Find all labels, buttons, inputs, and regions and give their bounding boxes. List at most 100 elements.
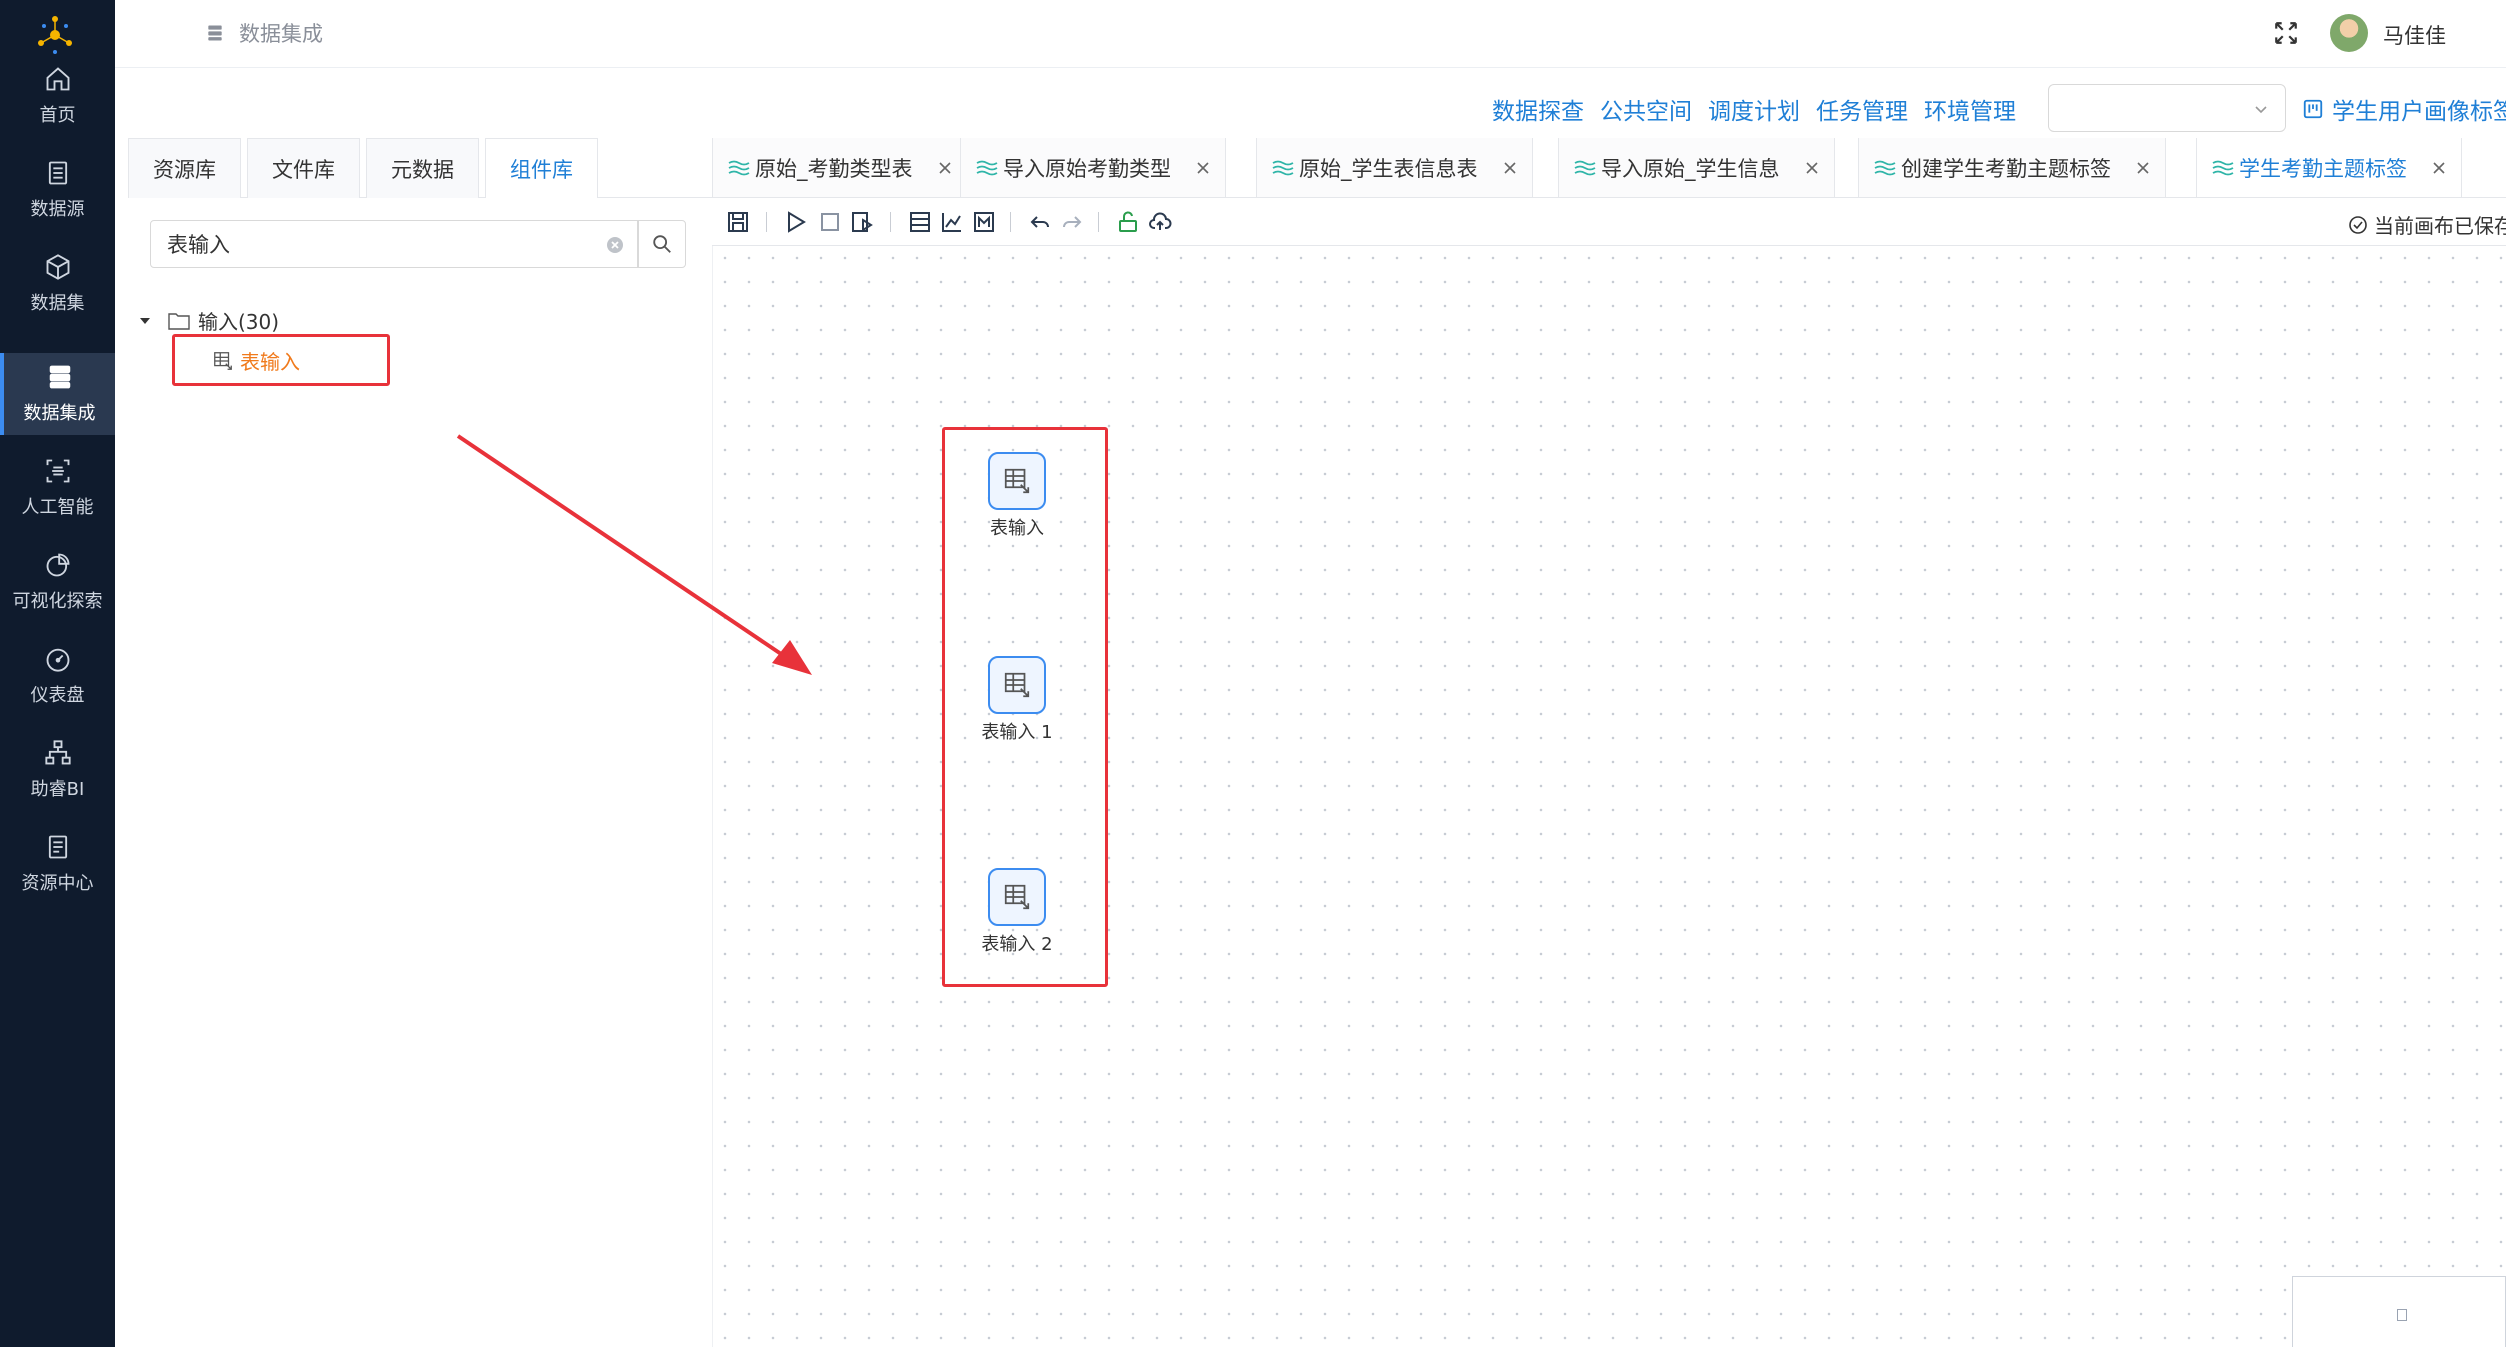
save-icon[interactable] [726,210,750,234]
tree-folder-label: 输入(30) [198,310,280,334]
highlight-box-component [172,334,390,386]
check-circle-icon [2349,215,2367,234]
top-header: 数据集成 马佳佳 [115,0,2506,68]
environment-select[interactable] [2048,84,2286,132]
canvas-toolbar: 当前画布已保存 [712,198,2506,246]
menu-link-task-management[interactable]: 任务管理 [1816,92,1908,126]
top-menu: 数据探查 公共空间 调度计划 任务管理 环境管理 [1492,92,2016,126]
canvas-tab[interactable]: 导入原始考勤类型 [960,138,1226,197]
canvas-tab[interactable]: 创建学生考勤主题标签 [1858,138,2166,197]
server-icon [208,25,222,41]
breadcrumb: 数据集成 [205,18,323,48]
save-status: 当前画布已保存 [2348,210,2506,239]
flow-icon [1874,160,1896,176]
minimap-node [2397,1309,2407,1321]
close-icon[interactable] [937,160,953,176]
sidebar-item-dashboard[interactable]: 仪表盘 [0,635,115,717]
clear-icon[interactable] [605,235,625,255]
menu-link-data-explore[interactable]: 数据探查 [1492,92,1584,126]
canvas-tab-active[interactable]: 学生考勤主题标签 [2196,138,2462,197]
cloud-upload-icon[interactable] [1148,210,1172,234]
datasource-icon [48,161,67,185]
sidebar-item-zhurui-bi[interactable]: 助睿BI [0,729,115,811]
sidebar-item-dataset[interactable]: 数据集 [0,243,115,325]
log-icon[interactable] [908,210,932,234]
tab-metadata[interactable]: 元数据 [366,138,479,198]
step-run-icon[interactable] [850,210,874,234]
home-icon [46,67,69,91]
sidebar-item-data-integration[interactable]: 数据集成 [0,353,115,435]
canvas-tab[interactable]: 原始_学生表信息表 [1256,138,1533,197]
tab-resource-library[interactable]: 资源库 [128,138,241,198]
org-chart-icon [44,740,71,765]
app-root: 首页 数据源 数据集 数据集成 人工智能 可视化探索 仪表盘 助睿BI 资源中心… [0,0,2506,1347]
server-icon [49,365,70,389]
flow-icon [976,160,998,176]
flow-icon [1574,160,1596,176]
canvas-tab-label: 原始_考勤类型表 [755,157,913,181]
folder-icon [168,312,190,330]
ai-icon [46,459,69,483]
canvas-tab-label: 创建学生考勤主题标签 [1901,157,2111,181]
sidebar-item-datasource[interactable]: 数据源 [0,149,115,231]
toolbar-divider [766,212,767,232]
kanban-icon [2303,99,2323,119]
canvas-tab-label: 学生考勤主题标签 [2239,157,2407,181]
tab-file-library[interactable]: 文件库 [247,138,360,198]
pie-chart-icon [46,553,69,577]
flow-icon [728,160,750,176]
highlight-box-canvas-nodes [942,427,1108,987]
close-icon[interactable] [2431,160,2447,176]
left-panel-tabs: 资源库 文件库 元数据 组件库 [128,138,712,198]
menu-link-public-space[interactable]: 公共空间 [1600,92,1692,126]
fullscreen-icon[interactable] [2273,20,2299,46]
sidebar-item-label: 数据集成 [23,403,96,424]
sidebar-item-label: 首页 [39,105,76,126]
component-panel: 资源库 文件库 元数据 组件库 输入(30) 表输入 [128,138,712,1347]
toolbar-divider [890,212,891,232]
caret-down-icon[interactable] [138,314,152,328]
undo-icon[interactable] [1028,210,1052,234]
sidebar-item-ai[interactable]: 人工智能 [0,447,115,529]
metrics-icon[interactable] [972,210,996,234]
close-icon[interactable] [1502,160,1518,176]
avatar[interactable] [2330,14,2368,52]
canvas-tab-label: 导入原始考勤类型 [1003,157,1171,181]
sidebar-item-label: 数据源 [30,199,85,220]
username[interactable]: 马佳佳 [2383,20,2446,50]
close-icon[interactable] [1804,160,1820,176]
close-icon[interactable] [1195,160,1211,176]
canvas-minimap[interactable] [2292,1276,2506,1347]
canvas-tab[interactable]: 导入原始_学生信息 [1558,138,1835,197]
search-button[interactable] [638,220,686,268]
play-icon[interactable] [784,210,808,234]
sidebar-item-home[interactable]: 首页 [0,55,115,137]
sidebar-item-label: 人工智能 [21,497,94,518]
cube-icon [46,254,69,280]
search-input[interactable] [151,221,571,267]
logo-icon[interactable] [30,10,80,60]
canvas-tabs: 原始_考勤类型表 导入原始考勤类型 原始_学生表信息表 导入原始_学生信息 创建… [712,138,2506,198]
stop-icon[interactable] [818,210,842,234]
unlock-icon[interactable] [1116,210,1140,234]
flow-icon [1272,160,1294,176]
component-search [150,220,638,268]
resource-icon [48,835,67,859]
tab-component-library[interactable]: 组件库 [485,138,598,198]
chart-line-icon[interactable] [940,210,964,234]
project-title-label: 学生用户画像标签 [2332,99,2506,125]
breadcrumb-label: 数据集成 [239,22,323,46]
search-icon [653,235,671,253]
redo-icon[interactable] [1060,210,1084,234]
close-icon[interactable] [2135,160,2151,176]
tree-folder-input[interactable]: 输入(30) [138,306,279,335]
canvas-tab-label: 原始_学生表信息表 [1299,157,1478,181]
menu-link-environment[interactable]: 环境管理 [1924,92,2016,126]
menu-link-schedule[interactable]: 调度计划 [1708,92,1800,126]
project-title[interactable]: 学生用户画像标签 [2302,92,2506,126]
sidebar-item-resource-center[interactable]: 资源中心 [0,823,115,905]
canvas-tab[interactable]: 原始_考勤类型表 [712,138,968,197]
sidebar-item-label: 资源中心 [21,873,94,894]
sidebar-item-visual-explore[interactable]: 可视化探索 [0,541,115,623]
toolbar-divider [1098,212,1099,232]
